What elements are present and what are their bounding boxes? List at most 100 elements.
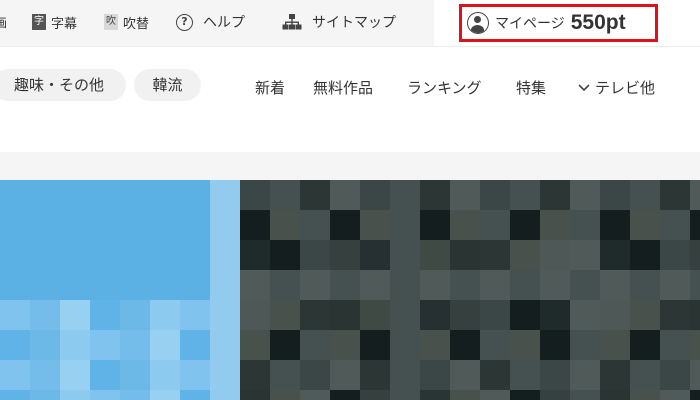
mosaic-block — [30, 360, 60, 390]
photo-pixel — [270, 210, 300, 240]
photo-pixel — [570, 210, 600, 240]
nav-link-new[interactable]: 新着 — [255, 77, 285, 98]
photo-pixel — [300, 360, 330, 390]
cut-off-label: 画 — [0, 15, 8, 30]
photo-pixel — [390, 390, 420, 400]
nav-link-ranking[interactable]: ランキング — [407, 77, 482, 98]
photo-pixel — [240, 360, 270, 390]
photo-pixel — [480, 300, 510, 330]
nav-dropdown-tv[interactable]: テレビ他 — [578, 77, 655, 98]
mosaic-block — [150, 390, 180, 400]
photo-pixel — [360, 210, 390, 240]
photo-pixel — [300, 240, 330, 270]
photo-pixel — [570, 360, 600, 390]
photo-pixel — [570, 300, 600, 330]
photo-pixel — [540, 330, 570, 360]
photo-pixel — [450, 330, 480, 360]
dub-link[interactable]: 吹 吹替 — [104, 11, 149, 33]
mosaic-block — [60, 360, 90, 390]
photo-pixel — [630, 210, 660, 240]
genre-pill-korean[interactable]: 韓流 — [134, 69, 201, 101]
sitemap-link[interactable]: サイトマップ — [282, 11, 396, 33]
photo-pixel — [420, 330, 450, 360]
photo-pixel — [420, 270, 450, 300]
genre-pill-label: 趣味・その他 — [13, 76, 104, 94]
photo-pixel — [510, 300, 540, 330]
photo-pixel — [330, 390, 360, 400]
user-avatar-icon — [467, 12, 489, 34]
photo-pixel — [540, 390, 570, 400]
photo-pixel — [600, 180, 630, 210]
photo-pixel — [600, 300, 630, 330]
photo-pixel — [330, 300, 360, 330]
photo-pixel — [360, 240, 390, 270]
photo-pixel — [390, 360, 420, 390]
photo-pixel — [390, 240, 420, 270]
banner-blue-strip — [210, 180, 240, 400]
photo-pixel — [510, 390, 540, 400]
photo-pixel — [330, 330, 360, 360]
photo-pixel — [660, 390, 690, 400]
photo-pixel — [510, 330, 540, 360]
photo-pixel — [360, 180, 390, 210]
mosaic-block — [90, 360, 120, 390]
photo-pixel — [330, 180, 360, 210]
mosaic-block — [90, 390, 120, 400]
photo-pixel — [240, 240, 270, 270]
top-utility-bar: 画 字 字幕 吹 吹替 ? ヘルプ サイトマップ マイページ 550pt — [0, 0, 700, 47]
photo-pixel — [480, 390, 510, 400]
photo-pixel — [450, 360, 480, 390]
dub-label: 吹替 — [123, 16, 150, 32]
cut-off-menu-item[interactable]: 画 — [0, 11, 12, 33]
photo-pixel — [480, 210, 510, 240]
photo-pixel — [330, 210, 360, 240]
help-icon: ? — [176, 13, 193, 31]
nav-link-special[interactable]: 特集 — [516, 77, 546, 98]
photo-pixel — [360, 390, 390, 400]
mosaic-block — [180, 390, 210, 400]
photo-pixel — [660, 330, 690, 360]
photo-pixel — [480, 240, 510, 270]
sitemap-label: サイトマップ — [312, 15, 396, 31]
photo-pixel — [270, 240, 300, 270]
photo-pixel — [480, 360, 510, 390]
nav-link-free[interactable]: 無料作品 — [313, 77, 373, 98]
subtitle-link[interactable]: 字 字幕 — [32, 11, 77, 33]
photo-pixel — [660, 300, 690, 330]
mosaic-block — [60, 300, 90, 330]
photo-pixel — [300, 330, 330, 360]
mosaic-block — [150, 330, 180, 360]
hero-banner[interactable] — [0, 180, 700, 400]
photo-pixel — [420, 360, 450, 390]
mosaic-block — [120, 390, 150, 400]
mosaic-block — [0, 360, 30, 390]
photo-pixel — [570, 240, 600, 270]
photo-pixel — [390, 300, 420, 330]
photo-pixel — [690, 330, 700, 360]
mosaic-block — [120, 300, 150, 330]
mosaic-block — [120, 360, 150, 390]
points-balance: 550pt — [570, 11, 626, 34]
mosaic-block — [90, 330, 120, 360]
genre-navigation: 趣味・その他 韓流 新着 無料作品 ランキング 特集 テレビ他 — [0, 47, 700, 152]
photo-pixel — [360, 300, 390, 330]
photo-pixel — [270, 390, 300, 400]
photo-pixel — [420, 300, 450, 330]
photo-pixel — [480, 270, 510, 300]
photo-pixel — [690, 180, 700, 210]
mosaic-block — [60, 390, 90, 400]
photo-pixel — [300, 210, 330, 240]
help-link[interactable]: ? ヘルプ — [176, 11, 245, 33]
photo-pixel — [390, 330, 420, 360]
photo-pixel — [510, 240, 540, 270]
photo-pixel — [300, 390, 330, 400]
photo-pixel — [450, 240, 480, 270]
photo-pixel — [660, 360, 690, 390]
photo-pixel — [300, 180, 330, 210]
photo-pixel — [540, 180, 570, 210]
genre-pill-hobby[interactable]: 趣味・その他 — [0, 69, 126, 101]
photo-pixel — [690, 360, 700, 390]
mypage-button[interactable]: マイページ 550pt — [459, 4, 658, 42]
photo-pixel — [690, 210, 700, 240]
mosaic-block — [0, 300, 30, 330]
